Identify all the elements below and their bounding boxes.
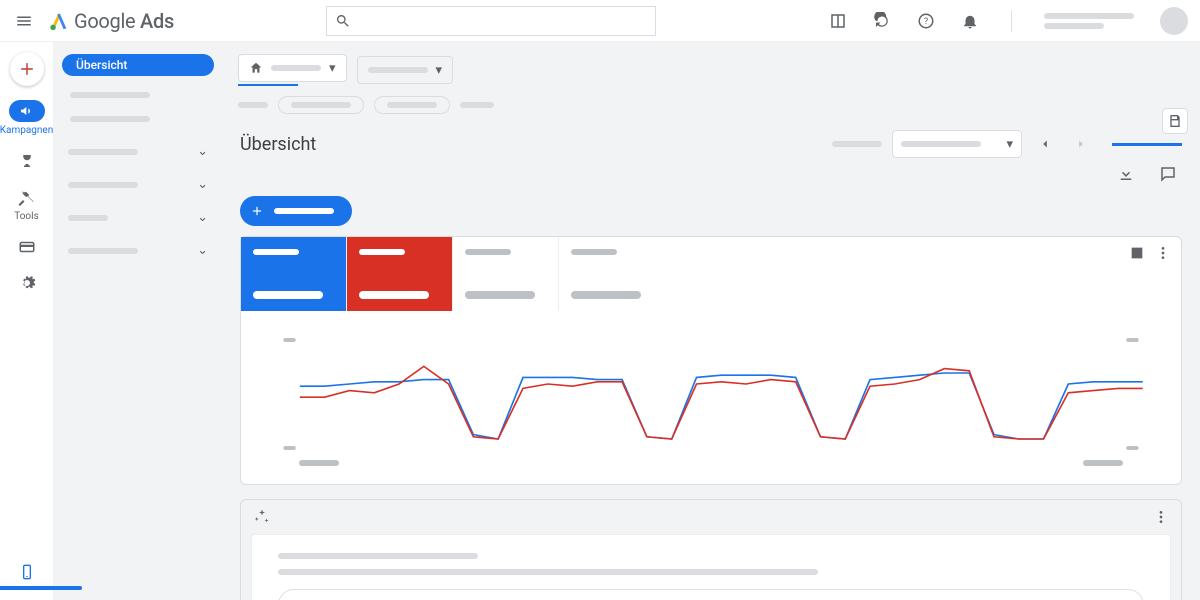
rail-campaigns[interactable]: Kampagnen bbox=[0, 100, 53, 136]
download-button[interactable] bbox=[1116, 164, 1136, 184]
campaign-scope-selector[interactable]: ▾ bbox=[357, 56, 454, 84]
scope-bar: ▾ ▾ bbox=[222, 42, 1200, 92]
skeleton-line bbox=[278, 569, 818, 575]
chevron-left-icon bbox=[1038, 137, 1052, 151]
separator bbox=[1011, 10, 1012, 32]
app-header: Google Ads ? bbox=[0, 0, 1200, 42]
chart-icon bbox=[1129, 245, 1145, 261]
rail-billing[interactable] bbox=[16, 236, 38, 258]
notifications-icon[interactable] bbox=[961, 12, 979, 30]
date-active-indicator bbox=[1112, 143, 1182, 146]
home-icon bbox=[249, 61, 263, 75]
card-menu-button[interactable] bbox=[1155, 245, 1171, 261]
download-icon bbox=[1117, 165, 1135, 183]
x-axis-labels bbox=[269, 460, 1153, 476]
avatar[interactable] bbox=[1160, 7, 1188, 35]
skeleton-line bbox=[278, 553, 478, 559]
brand-text: Google Ads bbox=[74, 9, 174, 33]
caret-down-icon: ▾ bbox=[329, 61, 336, 76]
new-campaign-button[interactable] bbox=[240, 196, 352, 226]
page-tools bbox=[222, 160, 1200, 192]
metric-tab-3[interactable] bbox=[453, 237, 559, 311]
recommendations-card bbox=[240, 499, 1182, 600]
scope-active-indicator bbox=[238, 84, 298, 86]
sidenav-active-label: Übersicht bbox=[76, 58, 127, 72]
sidenav-item-expandable[interactable]: ⌄ bbox=[62, 239, 214, 262]
search-icon bbox=[335, 13, 351, 29]
svg-text:?: ? bbox=[924, 17, 928, 27]
date-range-picker[interactable]: ▾ bbox=[892, 130, 1022, 158]
page-title: Übersicht bbox=[240, 134, 316, 155]
chevron-down-icon: ⌄ bbox=[197, 144, 208, 159]
rail-label: Tools bbox=[14, 211, 38, 222]
filter-label bbox=[238, 102, 268, 108]
sidenav-item-expandable[interactable]: ⌄ bbox=[62, 173, 214, 196]
trophy-icon bbox=[18, 152, 36, 170]
metric-tabs bbox=[241, 237, 1181, 312]
ads-logo-icon bbox=[48, 10, 70, 32]
main-content: ▾ ▾ Übersicht ▾ bbox=[222, 42, 1200, 600]
create-button[interactable] bbox=[10, 52, 44, 86]
sidenav-item-expandable[interactable]: ⌄ bbox=[62, 206, 214, 229]
rail-footer-line bbox=[0, 586, 82, 590]
more-vert-icon bbox=[1153, 509, 1169, 525]
rail-admin[interactable] bbox=[16, 272, 38, 294]
mobile-icon[interactable] bbox=[19, 564, 35, 580]
help-icon[interactable]: ? bbox=[917, 12, 935, 30]
gear-icon bbox=[18, 274, 36, 292]
more-vert-icon bbox=[1155, 245, 1171, 261]
date-next-button bbox=[1068, 131, 1094, 157]
side-nav: Übersicht ⌄ ⌄ ⌄ ⌄ bbox=[54, 42, 222, 600]
rail-goals[interactable] bbox=[16, 150, 38, 172]
skeleton-input bbox=[278, 589, 1144, 600]
chevron-down-icon: ⌄ bbox=[197, 243, 208, 258]
chevron-down-icon: ⌄ bbox=[197, 210, 208, 225]
megaphone-icon bbox=[19, 103, 35, 119]
rail-tools[interactable]: Tools bbox=[14, 186, 38, 222]
caret-down-icon: ▾ bbox=[436, 63, 443, 78]
brand-logo: Google Ads bbox=[48, 9, 174, 33]
filter-chip[interactable] bbox=[278, 96, 364, 114]
card-menu-button[interactable] bbox=[1153, 509, 1169, 525]
header-actions: ? bbox=[829, 7, 1188, 35]
title-bar: Übersicht ▾ bbox=[222, 124, 1200, 160]
compare-label bbox=[832, 141, 882, 147]
tools-icon bbox=[17, 188, 35, 206]
menu-icon[interactable] bbox=[12, 9, 36, 33]
rail-label: Kampagnen bbox=[0, 125, 53, 136]
filter-chip[interactable] bbox=[374, 96, 450, 114]
performance-chart bbox=[241, 312, 1181, 484]
card-icon bbox=[18, 238, 36, 256]
metric-tab-2[interactable] bbox=[347, 237, 453, 311]
caret-down-icon: ▾ bbox=[1006, 137, 1013, 152]
account-scope-selector[interactable]: ▾ bbox=[238, 54, 347, 82]
appearance-icon[interactable] bbox=[829, 12, 847, 30]
filter-bar bbox=[222, 92, 1200, 124]
left-rail: Kampagnen Tools bbox=[0, 42, 54, 600]
chevron-right-icon bbox=[1074, 137, 1088, 151]
chart-type-button[interactable] bbox=[1129, 245, 1145, 261]
performance-card bbox=[240, 236, 1182, 485]
new-button-label bbox=[274, 208, 334, 214]
save-icon bbox=[1167, 113, 1183, 129]
refresh-icon[interactable] bbox=[873, 12, 891, 30]
recommendation-body bbox=[251, 534, 1171, 600]
feedback-icon bbox=[1159, 165, 1177, 183]
sidenav-item[interactable] bbox=[70, 116, 150, 122]
sidenav-item[interactable] bbox=[70, 92, 150, 98]
sidenav-item-expandable[interactable]: ⌄ bbox=[62, 140, 214, 163]
date-prev-button[interactable] bbox=[1032, 131, 1058, 157]
chevron-down-icon: ⌄ bbox=[197, 177, 208, 192]
metric-tab-4[interactable] bbox=[559, 237, 665, 311]
search-input[interactable] bbox=[326, 6, 656, 36]
plus-icon bbox=[250, 204, 264, 218]
save-view-button[interactable] bbox=[1162, 108, 1188, 134]
account-switcher[interactable] bbox=[1044, 13, 1134, 29]
metric-tab-1[interactable] bbox=[241, 237, 347, 311]
filter-more[interactable] bbox=[460, 102, 494, 108]
sparkle-icon bbox=[253, 508, 271, 526]
feedback-button[interactable] bbox=[1158, 164, 1178, 184]
sidenav-active[interactable]: Übersicht bbox=[62, 54, 214, 76]
